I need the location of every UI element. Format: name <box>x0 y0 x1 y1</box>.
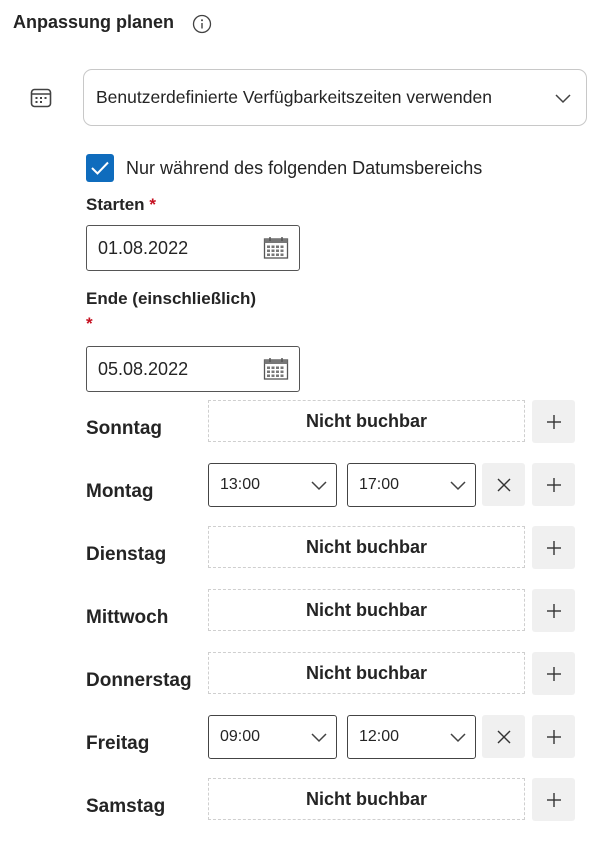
close-icon <box>497 730 510 743</box>
plus-icon <box>546 792 561 807</box>
date-range-checkbox[interactable] <box>86 154 114 182</box>
plus-icon <box>546 729 561 744</box>
day-label-sunday: Sonntag <box>86 418 162 439</box>
close-icon <box>497 478 510 491</box>
end-time-value: 12:00 <box>359 728 400 745</box>
start-time-select-friday[interactable]: 09:00 <box>208 715 337 759</box>
add-time-button-saturday[interactable] <box>532 778 575 821</box>
plus-icon <box>546 477 561 492</box>
add-time-button-tuesday[interactable] <box>532 526 575 569</box>
start-time-select-monday[interactable]: 13:00 <box>208 463 337 507</box>
start-label-text: Starten <box>86 195 145 214</box>
unavailable-slot-tuesday: Nicht buchbar <box>208 526 525 568</box>
checkmark-icon <box>91 161 109 175</box>
add-time-button-friday[interactable] <box>532 715 575 758</box>
chevron-down-icon <box>555 93 571 103</box>
add-time-button-wednesday[interactable] <box>532 589 575 632</box>
start-date-input[interactable]: 01.08.2022 <box>86 225 300 271</box>
chevron-down-icon <box>450 481 466 491</box>
day-label-thursday: Donnerstag <box>86 670 192 691</box>
end-time-value: 17:00 <box>359 476 400 493</box>
add-time-button-thursday[interactable] <box>532 652 575 695</box>
required-marker: * <box>149 195 156 214</box>
day-label-friday: Freitag <box>86 733 150 754</box>
unavailable-slot-wednesday: Nicht buchbar <box>208 589 525 631</box>
end-date-label: Ende (einschließlich) <box>86 289 257 308</box>
end-time-select-friday[interactable]: 12:00 <box>347 715 476 759</box>
unavailable-slot-saturday: Nicht buchbar <box>208 778 525 820</box>
date-range-checkbox-label: Nur während des folgenden Datumsbereichs <box>126 158 483 178</box>
remove-time-button-monday[interactable] <box>482 463 525 506</box>
calendar-icon <box>30 88 52 108</box>
schedule-type-value: Benutzerdefinierte Verfügbarkeitszeiten … <box>96 87 492 107</box>
unavailable-slot-sunday: Nicht buchbar <box>208 400 525 442</box>
day-label-tuesday: Dienstag <box>86 544 167 565</box>
start-time-value: 09:00 <box>220 728 261 745</box>
start-time-value: 13:00 <box>220 476 261 493</box>
chevron-down-icon <box>450 733 466 743</box>
date-picker-icon[interactable] <box>263 236 289 260</box>
add-time-button-monday[interactable] <box>532 463 575 506</box>
info-icon[interactable] <box>192 14 212 34</box>
end-date-value: 05.08.2022 <box>98 358 189 379</box>
chevron-down-icon <box>311 733 327 743</box>
day-label-monday: Montag <box>86 481 154 502</box>
schedule-type-dropdown[interactable]: Benutzerdefinierte Verfügbarkeitszeiten … <box>83 69 587 126</box>
end-time-select-monday[interactable]: 17:00 <box>347 463 476 507</box>
plus-icon <box>546 540 561 555</box>
day-label-wednesday: Mittwoch <box>86 607 169 628</box>
plus-icon <box>546 603 561 618</box>
section-title: Anpassung planen <box>13 12 175 32</box>
chevron-down-icon <box>311 481 327 491</box>
required-marker: * <box>86 314 93 333</box>
start-date-value: 01.08.2022 <box>98 237 189 258</box>
plus-icon <box>546 414 561 429</box>
date-picker-icon[interactable] <box>263 357 289 381</box>
start-date-label: Starten * <box>86 195 156 215</box>
add-time-button-sunday[interactable] <box>532 400 575 443</box>
remove-time-button-friday[interactable] <box>482 715 525 758</box>
plus-icon <box>546 666 561 681</box>
unavailable-slot-thursday: Nicht buchbar <box>208 652 525 694</box>
end-date-input[interactable]: 05.08.2022 <box>86 346 300 392</box>
day-label-saturday: Samstag <box>86 796 166 817</box>
